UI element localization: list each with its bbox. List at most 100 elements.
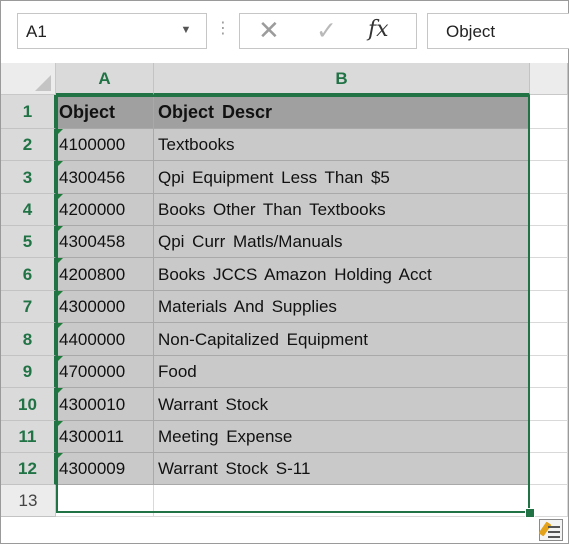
formula-bar-grip-icon[interactable]: ⋮ [215, 18, 231, 37]
row-header[interactable]: 2 [1, 129, 56, 161]
cell-b-value: Object Descr [158, 102, 273, 122]
select-all-button[interactable] [1, 63, 56, 95]
cell-a[interactable]: Object [56, 95, 154, 129]
quick-analysis-icon[interactable] [538, 519, 563, 541]
cell-a[interactable]: 4200800 [56, 258, 154, 291]
cell-a-value: 4300456 [59, 168, 126, 187]
row-header[interactable]: 4 [1, 194, 56, 226]
cell-c[interactable] [530, 453, 568, 485]
cell-c[interactable] [530, 129, 568, 161]
cell-b[interactable]: Books JCCS Amazon Holding Acct [154, 258, 530, 291]
name-box[interactable]: A1 ▼ [17, 13, 207, 49]
chevron-down-icon[interactable]: ▼ [174, 24, 198, 40]
column-header-c[interactable] [530, 63, 568, 95]
cell-b[interactable]: Warrant Stock [154, 388, 530, 421]
cell-a[interactable]: 4300009 [56, 453, 154, 485]
cell-c[interactable] [530, 258, 568, 291]
formula-value: Object [446, 22, 496, 41]
select-all-triangle-icon [35, 75, 51, 91]
line-icon [548, 536, 560, 538]
row-header[interactable]: 8 [1, 323, 56, 356]
cell-b[interactable]: Books Other Than Textbooks [154, 194, 530, 226]
fill-handle[interactable] [525, 508, 535, 518]
error-indicator-icon [56, 323, 63, 330]
cell-a[interactable] [56, 485, 154, 517]
cell-a[interactable]: 4300000 [56, 291, 154, 323]
cell-a[interactable]: 4300458 [56, 226, 154, 258]
cell-a-value: 4200000 [59, 200, 126, 219]
cell-a[interactable]: 4300010 [56, 388, 154, 421]
cell-a-value: 4300010 [59, 395, 126, 414]
cell-c[interactable] [530, 95, 568, 129]
row-header[interactable]: 13 [1, 485, 56, 517]
cell-b-value: Non-Capitalized Equipment [158, 330, 368, 349]
line-icon [548, 531, 560, 533]
cell-b-value: Warrant Stock S-11 [158, 459, 311, 478]
cell-c[interactable] [530, 421, 568, 453]
enter-icon[interactable]: ✓ [316, 16, 337, 45]
name-box-value: A1 [26, 22, 47, 41]
error-indicator-icon [56, 129, 63, 136]
cell-c[interactable] [530, 388, 568, 421]
cell-a[interactable]: 4700000 [56, 356, 154, 388]
cell-c[interactable] [530, 226, 568, 258]
cell-a-value: 4300000 [59, 297, 126, 316]
cell-a-value: 4200800 [59, 265, 126, 284]
cell-a[interactable]: 4200000 [56, 194, 154, 226]
row-header[interactable]: 3 [1, 161, 56, 194]
cell-a[interactable]: 4300456 [56, 161, 154, 194]
row-header[interactable]: 9 [1, 356, 56, 388]
row-header[interactable]: 7 [1, 291, 56, 323]
error-indicator-icon [56, 161, 63, 168]
cell-b-value: Materials And Supplies [158, 297, 337, 316]
cell-c[interactable] [530, 485, 568, 517]
formula-bar: A1 ▼ ⋮ ✕ ✓ fx Object [1, 1, 569, 64]
cell-a[interactable]: 4400000 [56, 323, 154, 356]
cell-b-value: Textbooks [158, 135, 235, 154]
error-indicator-icon [56, 226, 63, 233]
row-header[interactable]: 5 [1, 226, 56, 258]
cell-b[interactable]: Qpi Curr Matls/Manuals [154, 226, 530, 258]
cancel-icon[interactable]: ✕ [258, 16, 280, 46]
spreadsheet-window: A1 ▼ ⋮ ✕ ✓ fx Object A B 1 Object Object D… [0, 0, 569, 544]
row-header[interactable]: 10 [1, 388, 56, 421]
cell-b[interactable]: Textbooks [154, 129, 530, 161]
cell-a-value: Object [59, 102, 116, 122]
cell-a[interactable]: 4300011 [56, 421, 154, 453]
cell-b[interactable]: Non-Capitalized Equipment [154, 323, 530, 356]
cell-b[interactable]: Meeting Expense [154, 421, 530, 453]
cell-b-value: Books JCCS Amazon Holding Acct [158, 265, 432, 284]
sheet-grid: A B 1 Object Object Descr 2 4100000 Textbooks… [1, 63, 568, 543]
line-icon [548, 526, 560, 528]
row-header[interactable]: 1 [1, 95, 56, 129]
cell-a[interactable]: 4100000 [56, 129, 154, 161]
cell-a-value: 4300458 [59, 232, 126, 251]
row-header[interactable]: 6 [1, 258, 56, 291]
cell-b-value: Books Other Than Textbooks [158, 200, 386, 219]
column-header-a[interactable]: A [56, 63, 154, 95]
cell-b[interactable]: Materials And Supplies [154, 291, 530, 323]
cell-b[interactable]: Object Descr [154, 95, 530, 129]
cell-b[interactable]: Warrant Stock S-11 [154, 453, 530, 485]
cell-b-value: Qpi Equipment Less Than $5 [158, 168, 390, 187]
cell-b-value: Qpi Curr Matls/Manuals [158, 232, 343, 251]
cell-c[interactable] [530, 291, 568, 323]
cell-c[interactable] [530, 194, 568, 226]
cell-c[interactable] [530, 356, 568, 388]
cell-a-value: 4400000 [59, 330, 126, 349]
cell-b[interactable]: Food [154, 356, 530, 388]
cell-b[interactable]: Qpi Equipment Less Than $5 [154, 161, 530, 194]
cell-c[interactable] [530, 323, 568, 356]
cell-b[interactable] [154, 485, 530, 517]
error-indicator-icon [56, 421, 63, 428]
formula-bar-buttons: ✕ ✓ fx [239, 13, 417, 49]
formula-input[interactable]: Object [427, 13, 569, 49]
cell-b-value: Meeting Expense [158, 427, 293, 446]
cell-b-value: Food [158, 362, 197, 381]
cell-c[interactable] [530, 161, 568, 194]
row-header[interactable]: 11 [1, 421, 56, 453]
row-header[interactable]: 12 [1, 453, 56, 485]
error-indicator-icon [56, 453, 63, 460]
column-header-b[interactable]: B [154, 63, 530, 95]
insert-function-icon[interactable]: fx [368, 17, 389, 42]
